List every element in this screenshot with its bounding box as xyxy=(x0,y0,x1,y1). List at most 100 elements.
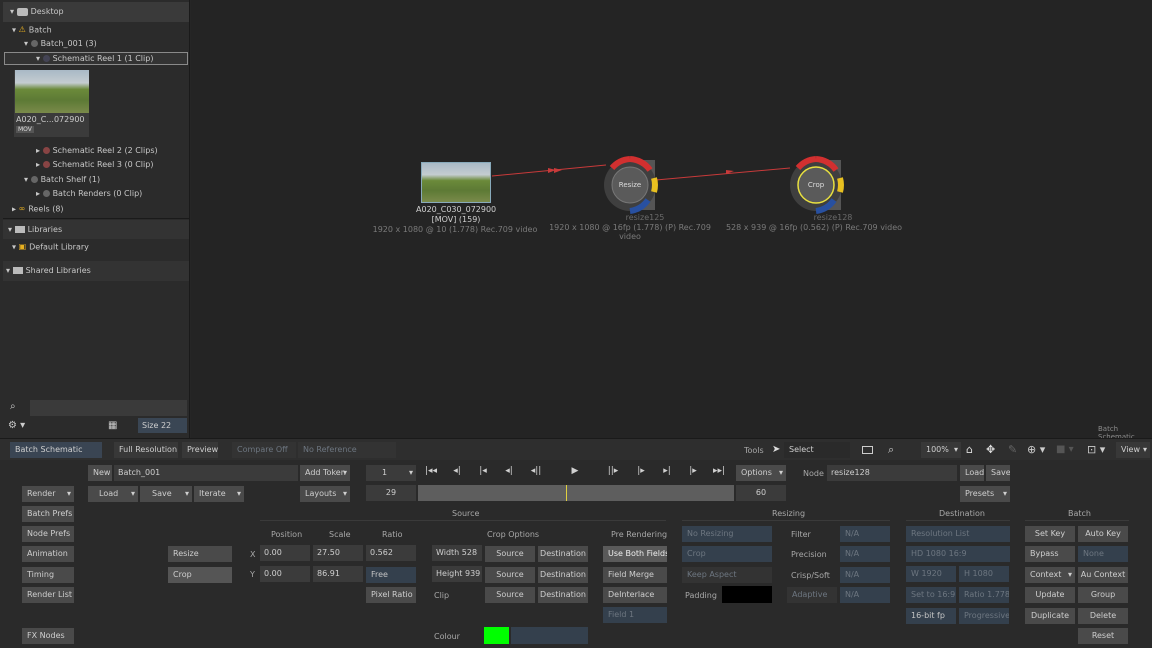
iterate-button[interactable]: Iterate xyxy=(194,486,244,502)
resize-tab[interactable]: Resize xyxy=(168,546,232,562)
keep-aspect-button[interactable]: Keep Aspect xyxy=(682,567,772,583)
width-destination-button[interactable]: Destination xyxy=(538,546,588,562)
rectangle-icon[interactable] xyxy=(862,446,873,454)
zoom-icon[interactable]: ⌕ xyxy=(888,443,894,457)
timing-button[interactable]: Timing xyxy=(22,567,74,583)
next-mark-icon[interactable]: ▸| xyxy=(658,466,676,476)
crop-tab[interactable]: Crop xyxy=(168,567,232,583)
auto-key-button[interactable]: Auto Key xyxy=(1078,526,1128,542)
height-source-button[interactable]: Source xyxy=(485,567,535,583)
ratio-value[interactable]: Ratio 1.778 xyxy=(959,587,1009,603)
select-tool-field[interactable]: Select xyxy=(784,442,850,458)
context-button[interactable]: Context xyxy=(1025,567,1075,583)
save-button[interactable]: Save xyxy=(140,486,192,502)
height-value[interactable]: H 1080 xyxy=(959,566,1009,582)
preview-button[interactable]: Preview xyxy=(182,442,218,458)
filter-value[interactable]: N/A xyxy=(840,526,890,542)
pixel-ratio-button[interactable]: Pixel Ratio xyxy=(366,587,416,603)
scale-y-field[interactable]: 86.91 xyxy=(313,566,363,582)
clip-node[interactable] xyxy=(421,162,491,203)
step-forward-icon[interactable]: ||▸ xyxy=(604,466,622,476)
height-field[interactable]: Height 939 xyxy=(432,566,482,582)
prev-mark-icon[interactable]: |◂ xyxy=(474,466,492,476)
precision-value[interactable]: N/A xyxy=(840,546,890,562)
target-icon[interactable]: ⊕ ▾ xyxy=(1027,443,1045,456)
batch-schematic-button[interactable]: Batch Schematic xyxy=(10,442,102,458)
next-keyframe-icon[interactable]: |▸ xyxy=(684,466,702,476)
none-button[interactable]: None xyxy=(1078,546,1128,562)
render-list-button[interactable]: Render List xyxy=(22,587,74,603)
bit-depth-button[interactable]: 16-bit fp xyxy=(906,608,956,624)
layouts-button[interactable]: Layouts xyxy=(300,486,350,502)
position-y-field[interactable]: 0.00 xyxy=(260,566,310,582)
width-value[interactable]: W 1920 xyxy=(906,566,956,582)
set-key-button[interactable]: Set Key xyxy=(1025,526,1075,542)
square-icon[interactable]: ■ ▾ xyxy=(1056,444,1074,455)
resolution-list-button[interactable]: Resolution List xyxy=(906,526,1010,542)
batch-prefs-button[interactable]: Batch Prefs xyxy=(22,506,74,522)
node-load-button[interactable]: Load xyxy=(960,465,984,481)
update-button[interactable]: Update xyxy=(1025,587,1075,603)
add-token-button[interactable]: Add Token xyxy=(300,465,350,481)
adaptive-value[interactable]: N/A xyxy=(840,587,890,603)
position-x-field[interactable]: 0.00 xyxy=(260,545,310,561)
node-name-field[interactable]: resize128 xyxy=(827,465,957,481)
field-1-button[interactable]: Field 1 xyxy=(603,607,667,623)
delete-button[interactable]: Delete xyxy=(1078,608,1128,624)
clip-destination-button[interactable]: Destination xyxy=(538,587,588,603)
load-button[interactable]: Load xyxy=(88,486,138,502)
no-reference-field[interactable]: No Reference xyxy=(298,442,396,458)
timeline-bar[interactable] xyxy=(418,485,734,501)
deinterlace-button[interactable]: DeInterlace xyxy=(603,587,667,603)
group-button[interactable]: Group xyxy=(1078,587,1128,603)
next-frame-key-icon[interactable]: |▸ xyxy=(632,466,650,476)
reset-button[interactable]: Reset xyxy=(1078,628,1128,644)
adaptive-button[interactable]: Adaptive xyxy=(787,587,837,603)
zoom-dropdown[interactable]: 100% xyxy=(921,442,961,458)
presets-button[interactable]: Presets xyxy=(960,486,1010,502)
hd-preset-button[interactable]: HD 1080 16:9 xyxy=(906,546,1010,562)
render-button[interactable]: Render xyxy=(22,486,74,502)
node-prefs-button[interactable]: Node Prefs xyxy=(22,526,74,542)
go-to-start-icon[interactable]: |◂◂ xyxy=(422,466,440,476)
field-merge-button[interactable]: Field Merge xyxy=(603,567,667,583)
go-to-end-icon[interactable]: ▸▸| xyxy=(710,466,728,476)
view-dropdown[interactable]: View xyxy=(1116,442,1150,458)
scale-x-field[interactable]: 27.50 xyxy=(313,545,363,561)
crisp-soft-value[interactable]: N/A xyxy=(840,567,890,583)
animation-button[interactable]: Animation xyxy=(22,546,74,562)
ratio-field[interactable]: 0.562 xyxy=(366,545,416,561)
colour-slider[interactable] xyxy=(511,627,588,644)
out-frame-field[interactable]: 60 xyxy=(736,485,786,501)
frame-icon[interactable]: ⊡ ▾ xyxy=(1087,443,1105,456)
frame-field[interactable]: 1 xyxy=(366,465,416,481)
use-both-fields-button[interactable]: Use Both Fields xyxy=(603,546,667,562)
height-destination-button[interactable]: Destination xyxy=(538,567,588,583)
duplicate-button[interactable]: Duplicate xyxy=(1025,608,1075,624)
width-field[interactable]: Width 528 xyxy=(432,545,482,561)
home-icon[interactable]: ⌂ xyxy=(966,443,973,456)
prev-frame-key-icon[interactable]: ◂| xyxy=(500,466,518,476)
width-source-button[interactable]: Source xyxy=(485,546,535,562)
au-context-button[interactable]: Au Context xyxy=(1078,567,1128,583)
in-frame-field[interactable]: 29 xyxy=(366,485,416,501)
fx-nodes-button[interactable]: FX Nodes xyxy=(22,628,74,644)
move-icon[interactable]: ✥ xyxy=(986,443,995,456)
playhead[interactable] xyxy=(566,485,567,501)
compare-off-button[interactable]: Compare Off xyxy=(232,442,296,458)
progressive-button[interactable]: Progressive xyxy=(959,608,1009,624)
set-169-button[interactable]: Set to 16:9 xyxy=(906,587,956,603)
play-icon[interactable]: ▶ xyxy=(566,466,584,476)
colour-swatch[interactable] xyxy=(484,627,509,644)
free-button[interactable]: Free xyxy=(366,567,416,583)
new-button[interactable]: New xyxy=(88,465,112,481)
padding-colour-swatch[interactable] xyxy=(722,586,772,603)
prev-keyframe-icon[interactable]: ◂| xyxy=(448,466,466,476)
full-resolution-button[interactable]: Full Resolution xyxy=(114,442,178,458)
clip-source-button[interactable]: Source xyxy=(485,587,535,603)
resizing-crop-button[interactable]: Crop xyxy=(682,546,772,562)
eyedropper-icon[interactable]: ✎ xyxy=(1008,443,1017,456)
batch-name-field[interactable]: Batch_001 xyxy=(114,465,298,481)
options-button[interactable]: Options xyxy=(736,465,786,481)
no-resizing-button[interactable]: No Resizing xyxy=(682,526,772,542)
